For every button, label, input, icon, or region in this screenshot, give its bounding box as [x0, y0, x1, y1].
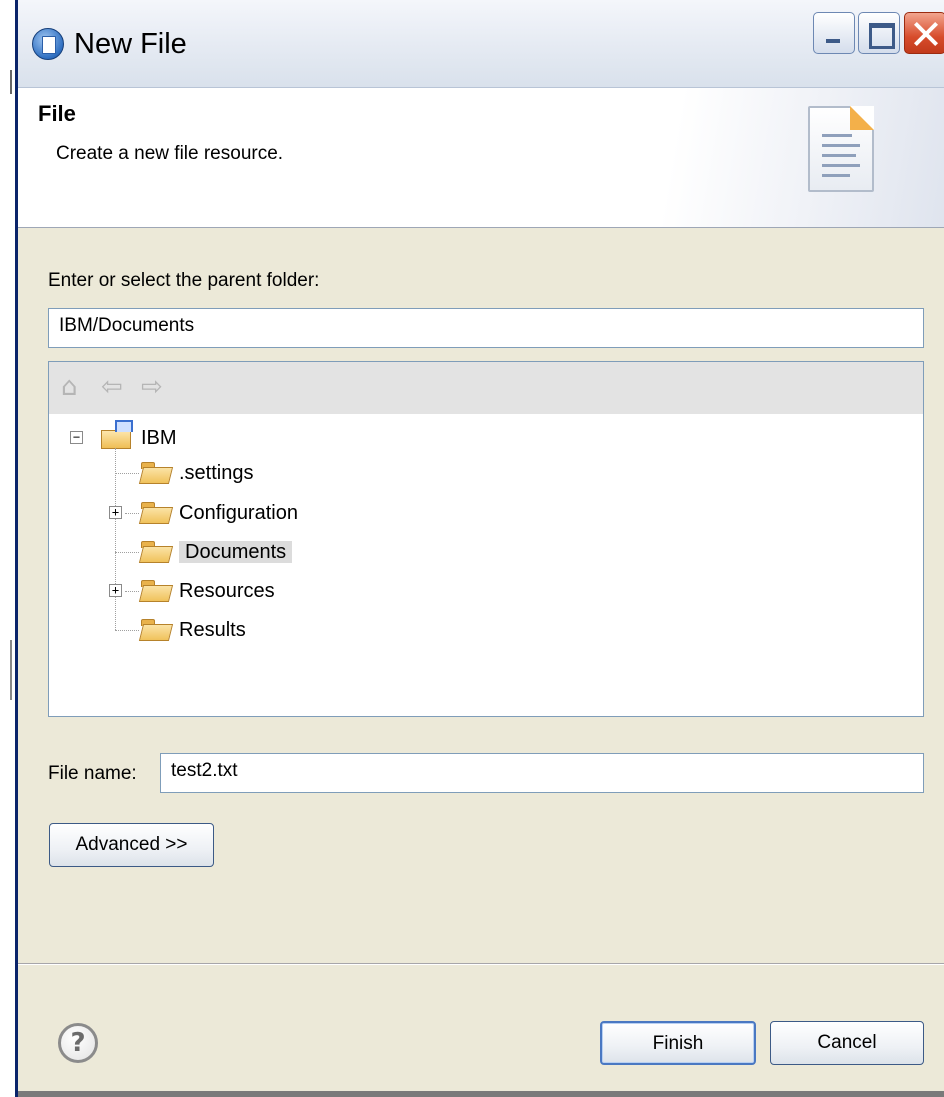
tree-item-label: Documents — [179, 541, 293, 563]
banner-title: File — [38, 101, 76, 126]
parent-folder-label: Enter or select the parent folder: — [48, 270, 320, 291]
tree-item-label: Configuration — [179, 502, 298, 524]
expand-toggle[interactable]: + — [109, 506, 122, 519]
tree-item-results[interactable]: Results — [141, 613, 246, 647]
advanced-button[interactable]: Advanced >> — [49, 823, 214, 867]
finish-button[interactable]: Finish — [600, 1021, 756, 1065]
tree-item-settings[interactable]: .settings — [141, 456, 253, 490]
app-icon — [32, 28, 64, 60]
tree-connector — [115, 630, 139, 631]
banner-description: Create a new file resource. — [56, 143, 284, 164]
project-folder-icon — [99, 420, 133, 449]
forward-arrow-icon[interactable]: ⇨ — [141, 374, 163, 400]
tree-item-ibm[interactable]: IBM — [99, 420, 177, 455]
tree-connector — [115, 448, 116, 630]
folder-icon — [141, 462, 171, 482]
tree-item-configuration[interactable]: Configuration — [141, 496, 298, 530]
minimize-button[interactable] — [813, 12, 855, 54]
folder-icon — [141, 580, 171, 600]
window-title: New File — [74, 28, 187, 60]
title-bar[interactable]: New File — [18, 0, 944, 88]
footer-separator — [18, 963, 944, 965]
tree-item-label: IBM — [141, 427, 177, 449]
back-arrow-icon[interactable]: ⇦ — [101, 374, 123, 400]
folder-icon — [141, 502, 171, 522]
tree-connector — [115, 552, 139, 553]
tree-item-label: Results — [179, 619, 246, 641]
tree-item-label: Resources — [179, 580, 275, 602]
cancel-button[interactable]: Cancel — [770, 1021, 924, 1065]
tree-connector — [115, 473, 139, 474]
home-icon[interactable]: ⌂ — [61, 374, 78, 400]
close-button[interactable] — [904, 12, 944, 54]
tree-item-documents[interactable]: Documents — [141, 535, 293, 569]
window-bottom-border — [18, 1091, 944, 1097]
file-name-label: File name: — [48, 763, 137, 784]
tree-item-resources[interactable]: Resources — [141, 574, 275, 608]
folder-icon — [141, 541, 171, 561]
folder-tree[interactable]: ⌂ ⇦ ⇨ − IBM .settings + Configuration Do… — [48, 361, 924, 717]
folder-icon — [141, 619, 171, 639]
background-edge — [0, 0, 15, 1097]
edge-mark — [10, 640, 12, 700]
expand-toggle[interactable]: + — [109, 584, 122, 597]
file-name-input[interactable]: test2.txt — [160, 753, 924, 793]
tree-connector — [125, 591, 139, 592]
wizard-banner: File Create a new file resource. — [18, 88, 944, 228]
help-icon[interactable]: ? — [58, 1023, 98, 1063]
edge-mark — [10, 70, 12, 94]
new-file-dialog: New File File Create a new file resource… — [15, 0, 944, 1097]
parent-folder-input[interactable]: IBM/Documents — [48, 308, 924, 348]
tree-connector — [125, 513, 139, 514]
tree-item-label: .settings — [179, 462, 254, 484]
tree-toolbar: ⌂ ⇦ ⇨ — [49, 362, 923, 414]
document-icon — [808, 106, 874, 192]
collapse-toggle[interactable]: − — [70, 431, 83, 444]
maximize-button[interactable] — [858, 12, 900, 54]
